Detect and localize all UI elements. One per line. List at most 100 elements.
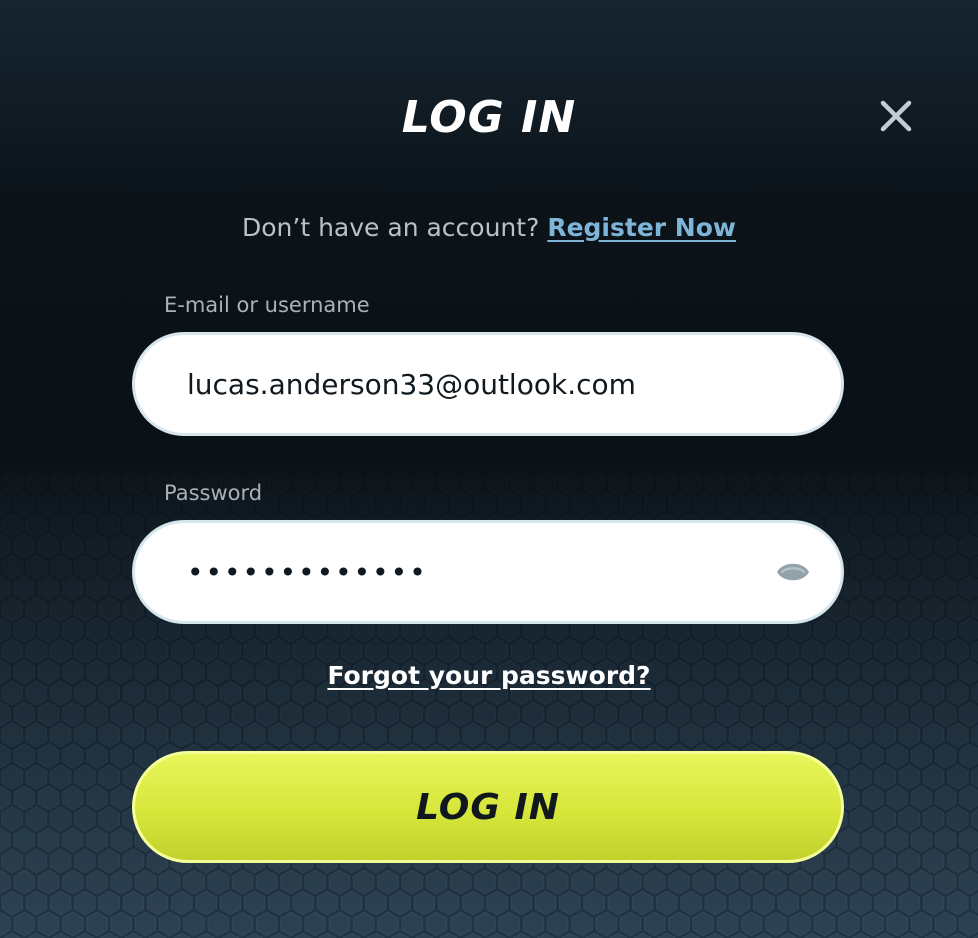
hexagon-tile <box>2 513 23 537</box>
hexagon-tile <box>86 869 108 895</box>
hexagon-tile <box>413 722 436 748</box>
hexagon-tile <box>498 869 521 895</box>
hexagon-tile <box>740 701 763 727</box>
hexagon-tile <box>352 701 375 727</box>
hexagon-tile <box>413 890 436 916</box>
hexagon-tile <box>486 890 508 916</box>
close-button[interactable] <box>874 94 918 138</box>
hexagon-tile <box>910 743 933 769</box>
hexagon-tile <box>947 513 968 537</box>
hexagon-tile <box>789 701 812 727</box>
hexagon-tile <box>753 471 774 495</box>
hexagon-tile <box>366 471 387 495</box>
hexagon-tile <box>316 890 339 916</box>
hexagon-tile <box>862 617 884 643</box>
hexagon-tile <box>474 701 496 727</box>
password-input[interactable] <box>135 542 747 602</box>
hexagon-tile <box>777 890 799 916</box>
hexagon-tile <box>777 722 799 748</box>
register-now-link[interactable]: Register Now <box>547 213 736 242</box>
hexagon-tile <box>910 911 933 937</box>
hexagon-tile <box>437 890 460 916</box>
register-prompt-line: Don’t have an account? Register Now <box>0 210 978 246</box>
hexagon-tile <box>377 911 399 937</box>
hexagon-tile <box>1 555 23 579</box>
hexagon-tile <box>25 596 48 622</box>
hexagon-tile <box>680 890 702 916</box>
hexagon-tile <box>608 471 629 495</box>
hexagon-tile <box>49 806 72 832</box>
hexagon-tile <box>935 492 956 516</box>
hexagon-tile <box>49 764 72 790</box>
hexagon-tile <box>705 471 726 495</box>
hexagon-tile <box>0 911 11 937</box>
hexagon-tile <box>838 534 860 558</box>
hexagon-tile <box>849 890 872 916</box>
hexagon-tile <box>328 701 351 727</box>
eye-icon[interactable] <box>775 557 811 587</box>
hexagon-tile <box>571 869 593 895</box>
hexagon-tile <box>874 722 896 748</box>
hexagon-tile <box>49 596 72 622</box>
login-submit-button[interactable]: LOG IN <box>132 751 844 863</box>
hexagon-tile <box>631 890 654 916</box>
hexagon-tile <box>86 534 108 558</box>
hexagon-tile <box>425 701 448 727</box>
hexagon-tile <box>934 575 957 601</box>
hexagon-tile <box>49 848 72 874</box>
hexagon-tile <box>158 911 181 937</box>
hexagon-tile <box>25 806 48 832</box>
hexagon-tile <box>281 492 302 516</box>
hexagon-tile <box>366 932 386 938</box>
hexagon-tile <box>86 827 108 853</box>
hexagon-tile <box>849 722 872 748</box>
hexagon-tile <box>971 766 978 788</box>
hexagon-tile <box>98 555 120 579</box>
hexagon-tile <box>875 513 896 537</box>
hexagon-tile <box>899 513 920 537</box>
hexagon-tile <box>2 932 22 938</box>
hexagon-tile <box>619 869 642 895</box>
hexagon-tile <box>583 722 605 748</box>
hexagon-tile <box>50 555 71 579</box>
hexagon-tile <box>1 764 23 790</box>
email-field-container <box>132 332 844 436</box>
hexagon-tile <box>37 827 60 853</box>
hexagon-tile <box>754 932 774 938</box>
hexagon-tile <box>37 575 60 601</box>
hexagon-tile <box>26 471 47 495</box>
hexagon-tile <box>704 890 727 916</box>
email-input[interactable] <box>135 354 747 414</box>
hexagon-tile <box>971 557 978 577</box>
hexagon-tile <box>619 911 642 937</box>
hexagon-tile <box>607 722 630 748</box>
hexagon-tile <box>535 471 556 495</box>
hexagon-tile <box>972 934 978 938</box>
hexagon-tile <box>535 932 556 938</box>
hexagon-tile <box>352 869 375 895</box>
hexagon-tile <box>498 911 521 937</box>
hexagon-tile <box>110 617 133 643</box>
hexagon-tile <box>765 701 787 727</box>
hexagon-tile <box>49 890 72 916</box>
forgot-password-link[interactable]: Forgot your password? <box>0 658 978 694</box>
hexagon-tile <box>874 890 896 916</box>
hexagon-tile <box>231 869 254 895</box>
hexagon-tile <box>680 722 702 748</box>
hexagon-tile <box>98 806 120 832</box>
hexagon-tile <box>123 932 144 938</box>
hexagon-tile <box>449 911 472 937</box>
hexagon-tile <box>632 932 653 938</box>
hexagon-tile <box>716 911 739 937</box>
hexagon-tile <box>595 911 618 937</box>
hexagon-tile <box>0 827 11 853</box>
hexagon-tile <box>801 890 824 916</box>
hexagon-tile <box>231 911 254 937</box>
hexagon-tile <box>13 743 36 769</box>
hexagon-tile <box>862 575 884 601</box>
hexagon-tile <box>499 492 520 516</box>
hexagon-tile <box>207 869 230 895</box>
hexagon-tile <box>850 555 872 579</box>
hexagon-tile <box>946 764 969 790</box>
hexagon-tile <box>292 890 314 916</box>
